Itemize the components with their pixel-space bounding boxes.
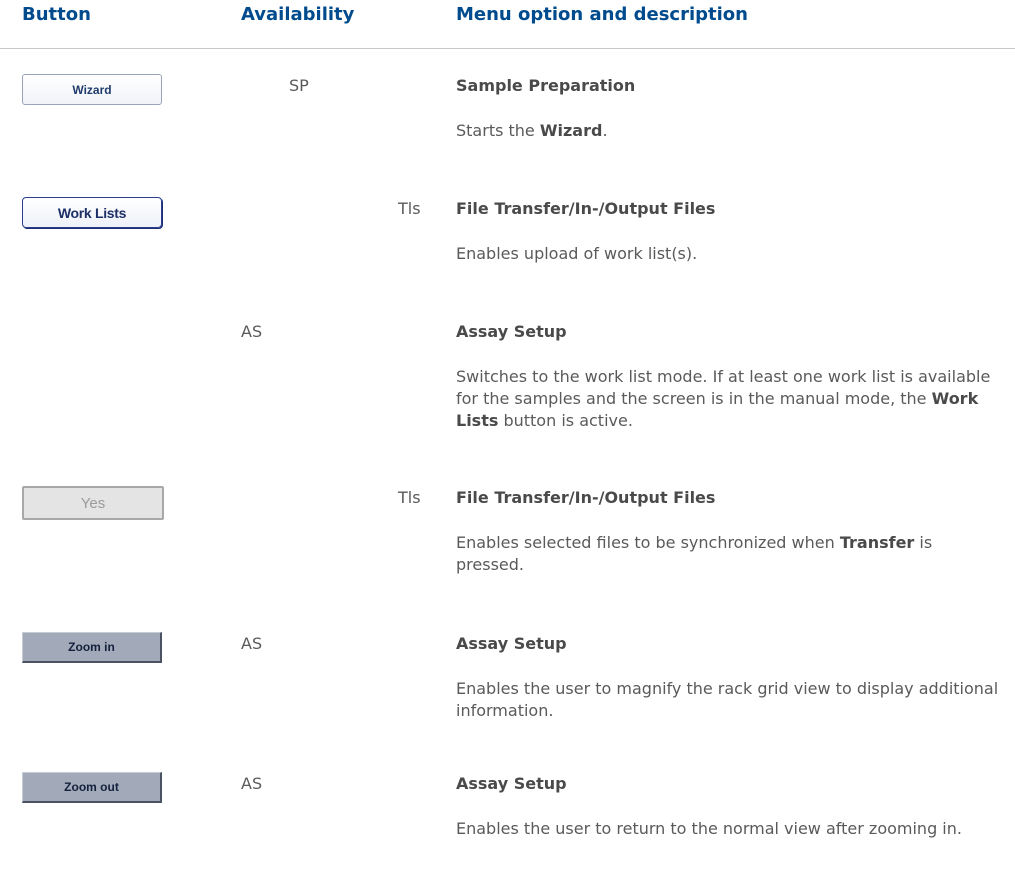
menu-option-title: Assay Setup [456, 774, 567, 793]
menu-option-title: Assay Setup [456, 634, 567, 653]
menu-option-title: File Transfer/In-/Output Files [456, 488, 716, 507]
yes-button[interactable]: Yes [22, 486, 164, 520]
menu-option-description: Enables selected files to be synchronize… [456, 533, 933, 574]
zoom-out-button[interactable]: Zoom out [22, 772, 162, 803]
header-button: Button [22, 4, 91, 25]
work-lists-button[interactable]: Work Lists [22, 197, 162, 228]
menu-option-description: Enables the user to magnify the rack gri… [456, 679, 999, 720]
header-availability: Availability [241, 4, 355, 25]
menu-option-title: File Transfer/In-/Output Files [456, 199, 716, 218]
availability: AS [241, 774, 263, 793]
menu-option-description: Starts the Wizard. [456, 121, 608, 140]
availability: Tls [398, 488, 421, 507]
table-header: Button Availability Menu option and desc… [0, 0, 1015, 49]
menu-option-title: Sample Preparation [456, 76, 636, 95]
menu-option-description: Enables upload of work list(s). [456, 244, 698, 263]
wizard-button[interactable]: Wizard [22, 74, 162, 105]
header-menu-option: Menu option and description [456, 4, 748, 25]
zoom-in-button[interactable]: Zoom in [22, 632, 162, 663]
menu-option-description: Enables the user to return to the normal… [456, 819, 962, 838]
availability: Tls [398, 199, 421, 218]
availability: AS [241, 322, 263, 341]
availability: AS [241, 634, 263, 653]
availability: SP [289, 76, 309, 95]
menu-option-title: Assay Setup [456, 322, 567, 341]
menu-option-description: Switches to the work list mode. If at le… [456, 367, 991, 430]
